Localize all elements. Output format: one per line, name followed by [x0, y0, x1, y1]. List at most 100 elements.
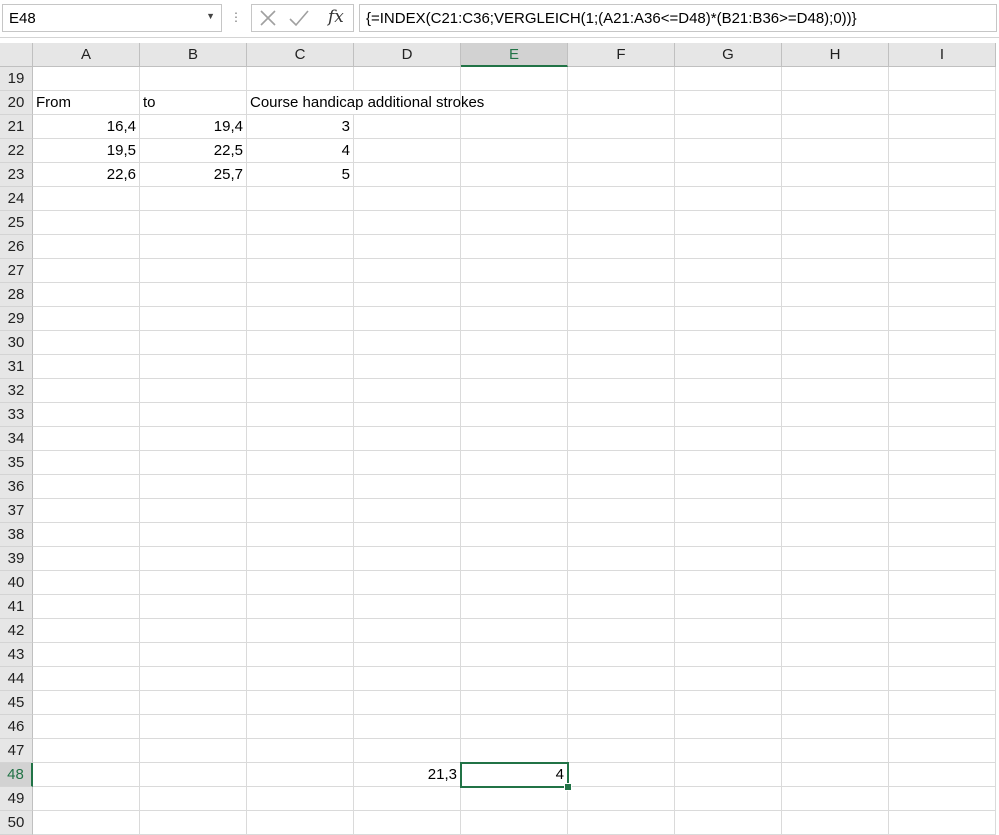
cell-e44[interactable]	[461, 667, 568, 691]
cell-a46[interactable]	[33, 715, 140, 739]
cell-i47[interactable]	[889, 739, 996, 763]
cell-h27[interactable]	[782, 259, 889, 283]
column-header-d[interactable]: D	[354, 43, 461, 67]
cell-e19[interactable]	[461, 67, 568, 91]
cell-c26[interactable]	[247, 235, 354, 259]
cell-f29[interactable]	[568, 307, 675, 331]
cell-i36[interactable]	[889, 475, 996, 499]
cell-b44[interactable]	[140, 667, 247, 691]
cell-a30[interactable]	[33, 331, 140, 355]
cell-f23[interactable]	[568, 163, 675, 187]
cell-h50[interactable]	[782, 811, 889, 835]
cell-a50[interactable]	[33, 811, 140, 835]
row-header-40[interactable]: 40	[0, 571, 33, 595]
cell-i41[interactable]	[889, 595, 996, 619]
cell-e32[interactable]	[461, 379, 568, 403]
cell-g26[interactable]	[675, 235, 782, 259]
cell-g31[interactable]	[675, 355, 782, 379]
cell-g41[interactable]	[675, 595, 782, 619]
cell-e37[interactable]	[461, 499, 568, 523]
cell-h45[interactable]	[782, 691, 889, 715]
row-header-50[interactable]: 50	[0, 811, 33, 835]
row-header-27[interactable]: 27	[0, 259, 33, 283]
cell-c36[interactable]	[247, 475, 354, 499]
cell-g38[interactable]	[675, 523, 782, 547]
cell-f48[interactable]	[568, 763, 675, 787]
cell-a38[interactable]	[33, 523, 140, 547]
cell-d44[interactable]	[354, 667, 461, 691]
cell-a26[interactable]	[33, 235, 140, 259]
cell-g36[interactable]	[675, 475, 782, 499]
cell-f38[interactable]	[568, 523, 675, 547]
select-all-corner[interactable]	[0, 43, 33, 67]
cell-f45[interactable]	[568, 691, 675, 715]
cell-e33[interactable]	[461, 403, 568, 427]
row-header-31[interactable]: 31	[0, 355, 33, 379]
cell-b37[interactable]	[140, 499, 247, 523]
cell-i26[interactable]	[889, 235, 996, 259]
cell-a31[interactable]	[33, 355, 140, 379]
cell-i20[interactable]	[889, 91, 996, 115]
cell-f30[interactable]	[568, 331, 675, 355]
row-header-34[interactable]: 34	[0, 427, 33, 451]
cell-g35[interactable]	[675, 451, 782, 475]
cell-f28[interactable]	[568, 283, 675, 307]
cell-e47[interactable]	[461, 739, 568, 763]
cell-i37[interactable]	[889, 499, 996, 523]
cell-e23[interactable]	[461, 163, 568, 187]
cell-d39[interactable]	[354, 547, 461, 571]
cell-d28[interactable]	[354, 283, 461, 307]
cell-g29[interactable]	[675, 307, 782, 331]
cell-c22[interactable]: 4	[247, 139, 354, 163]
cell-f32[interactable]	[568, 379, 675, 403]
cell-i48[interactable]	[889, 763, 996, 787]
cell-i23[interactable]	[889, 163, 996, 187]
cell-i19[interactable]	[889, 67, 996, 91]
cell-b43[interactable]	[140, 643, 247, 667]
cell-i49[interactable]	[889, 787, 996, 811]
cell-i22[interactable]	[889, 139, 996, 163]
cell-b35[interactable]	[140, 451, 247, 475]
cell-a24[interactable]	[33, 187, 140, 211]
cell-d27[interactable]	[354, 259, 461, 283]
row-header-25[interactable]: 25	[0, 211, 33, 235]
cell-d50[interactable]	[354, 811, 461, 835]
cell-a39[interactable]	[33, 547, 140, 571]
cell-b33[interactable]	[140, 403, 247, 427]
cell-i33[interactable]	[889, 403, 996, 427]
cell-i50[interactable]	[889, 811, 996, 835]
row-header-45[interactable]: 45	[0, 691, 33, 715]
cell-d45[interactable]	[354, 691, 461, 715]
cell-g19[interactable]	[675, 67, 782, 91]
cell-g48[interactable]	[675, 763, 782, 787]
row-header-28[interactable]: 28	[0, 283, 33, 307]
cell-e42[interactable]	[461, 619, 568, 643]
cell-b46[interactable]	[140, 715, 247, 739]
checkmark-icon[interactable]	[288, 8, 310, 32]
cell-h32[interactable]	[782, 379, 889, 403]
cell-e46[interactable]	[461, 715, 568, 739]
cell-h47[interactable]	[782, 739, 889, 763]
cell-d37[interactable]	[354, 499, 461, 523]
cell-e34[interactable]	[461, 427, 568, 451]
cell-h25[interactable]	[782, 211, 889, 235]
cell-i42[interactable]	[889, 619, 996, 643]
cell-c49[interactable]	[247, 787, 354, 811]
cell-a29[interactable]	[33, 307, 140, 331]
column-header-e[interactable]: E	[461, 43, 568, 67]
row-header-41[interactable]: 41	[0, 595, 33, 619]
formula-input[interactable]: {=INDEX(C21:C36;VERGLEICH(1;(A21:A36<=D4…	[359, 4, 997, 32]
row-header-44[interactable]: 44	[0, 667, 33, 691]
cell-c34[interactable]	[247, 427, 354, 451]
cell-c31[interactable]	[247, 355, 354, 379]
cell-a44[interactable]	[33, 667, 140, 691]
cell-f21[interactable]	[568, 115, 675, 139]
column-header-i[interactable]: I	[889, 43, 996, 67]
cell-g25[interactable]	[675, 211, 782, 235]
row-header-43[interactable]: 43	[0, 643, 33, 667]
cell-h37[interactable]	[782, 499, 889, 523]
cell-a41[interactable]	[33, 595, 140, 619]
cell-b28[interactable]	[140, 283, 247, 307]
fill-handle[interactable]	[564, 783, 572, 791]
cancel-icon[interactable]	[258, 8, 278, 32]
